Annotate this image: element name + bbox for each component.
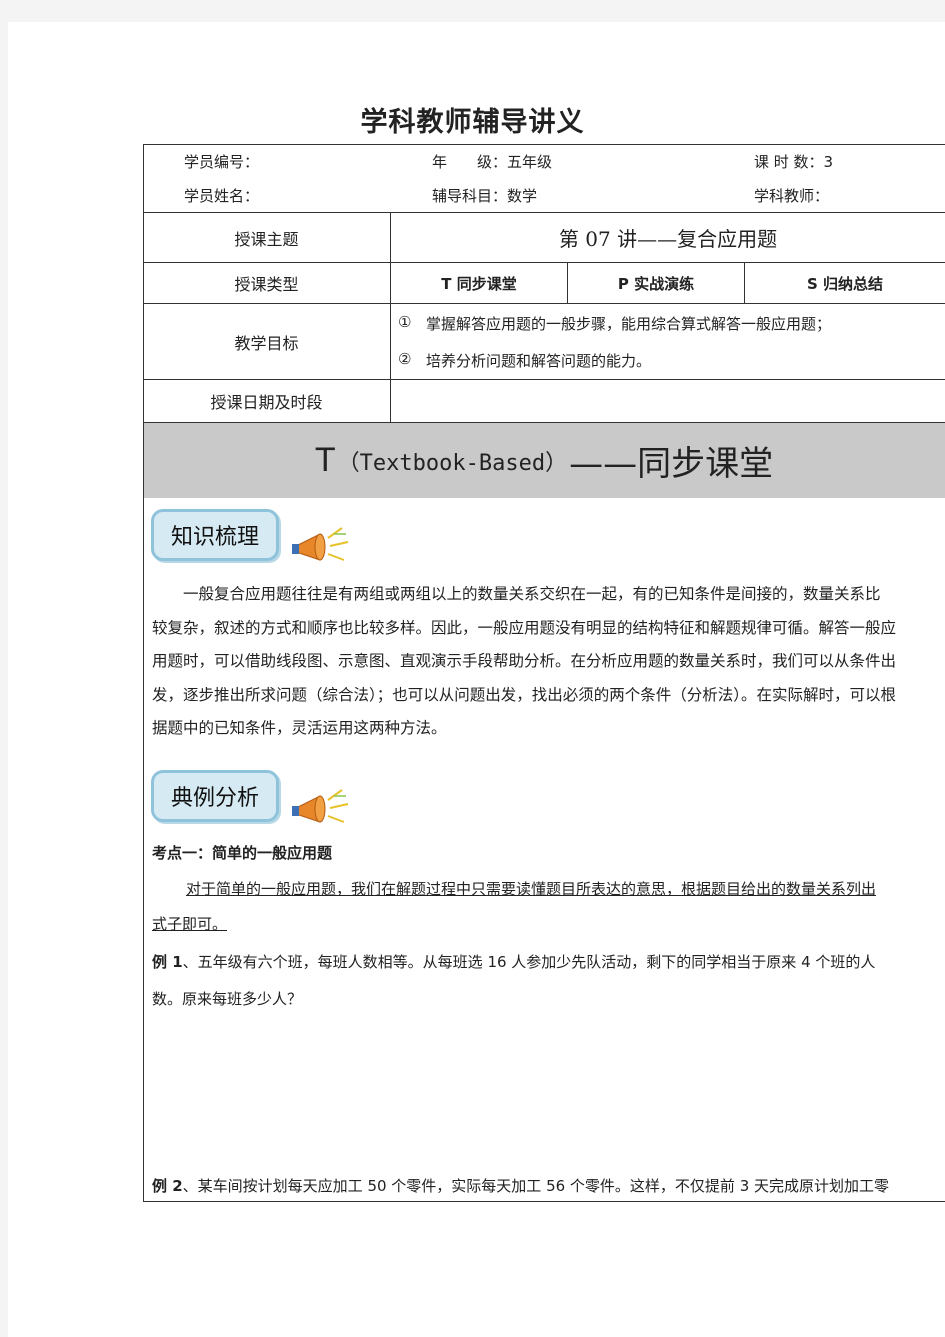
paragraph-line: 发，逐步推出所求问题（综合法）；也可以从问题出发，找出必须的两个条件（分析法）。… xyxy=(152,685,897,704)
section-tag-examples: 典例分析 xyxy=(151,770,279,822)
paragraph-line: 一般复合应用题往往是有两组或两组以上的数量关系交织在一起，有的已知条件是间接的，… xyxy=(183,585,881,603)
goal-label: 教学目标 xyxy=(234,333,299,353)
section-tag-knowledge: 知识梳理 xyxy=(151,509,279,561)
grade-label: 年 级：五年级 xyxy=(432,153,553,171)
banner-title: ——同步课堂 xyxy=(569,444,774,484)
topic-value: 第 07 讲——复合应用题 xyxy=(558,227,778,251)
knowledge-paragraph: 一般复合应用题往往是有两组或两组以上的数量关系交织在一起，有的已知条件是间接的，… xyxy=(152,578,944,746)
example-1-line: 数。原来每班多少人？ xyxy=(152,990,303,1008)
topic-label: 授课主题 xyxy=(234,229,299,249)
point-desc-line: 对于简单的一般应用题，我们在解题过程中只需要读懂题目所表达的意思，根据题目给出的… xyxy=(186,880,877,898)
goal-1-number: ① xyxy=(398,313,412,331)
subject-label: 辅导科目：数学 xyxy=(432,187,538,205)
type-t: T 同步课堂 xyxy=(441,274,517,293)
example-2-text: 、某车间按计划每天应加工 50 个零件，实际每天加工 56 个零件。这样，不仅提… xyxy=(182,1177,890,1195)
point-title: 考点一：简单的一般应用题 xyxy=(152,844,333,862)
paragraph-line: 据题中的已知条件，灵活运用这两种方法。 xyxy=(152,719,447,737)
point-desc-line: 式子即可。 xyxy=(152,915,228,933)
type-p: P 实战演练 xyxy=(617,274,695,293)
example-1-text: 、五年级有六个班，每班人数相等。从每班选 16 人参加少先队活动，剩下的同学相当… xyxy=(182,953,876,971)
megaphone-icon xyxy=(292,789,349,823)
goal-2-number: ② xyxy=(398,350,412,368)
example-2-label: 例 2 xyxy=(152,1177,183,1195)
date-label: 授课日期及时段 xyxy=(210,393,323,412)
date-value xyxy=(391,380,945,422)
hours-label: 课 时 数：3 xyxy=(754,153,834,171)
goal-2: 培养分析问题和解答问题的能力。 xyxy=(426,352,652,370)
banner-letter: T xyxy=(314,441,336,479)
megaphone-icon xyxy=(292,527,349,561)
example-1-label: 例 1 xyxy=(152,953,183,971)
paragraph-line: 用题时，可以借助线段图、示意图、直观演示手段帮助分析。在分析应用题的数量关系时，… xyxy=(152,652,897,670)
student-id-label: 学员编号： xyxy=(184,153,260,171)
section-banner: T （Textbook-Based） ——同步课堂 xyxy=(143,423,945,498)
document-title: 学科教师辅导讲义 xyxy=(360,107,585,138)
example-1-line: 例 1、五年级有六个班，每班人数相等。从每班选 16 人参加少先队活动，剩下的同… xyxy=(152,951,875,972)
goal-1: 掌握解答应用题的一般步骤，能用综合算式解答一般应用题； xyxy=(426,315,832,333)
divider xyxy=(143,423,144,1202)
paragraph-line: 较复杂，叙述的方式和顺序也比较多样。因此，一般应用题没有明显的结构特征和解题规律… xyxy=(152,618,897,637)
type-label: 授课类型 xyxy=(234,275,299,294)
banner-paren: （Textbook-Based） xyxy=(337,450,568,476)
teacher-label: 学科教师： xyxy=(754,187,830,205)
student-name-label: 学员姓名： xyxy=(184,187,260,205)
example-2-line: 例 2、某车间按计划每天应加工 50 个零件，实际每天加工 56 个零件。这样，… xyxy=(152,1175,889,1196)
type-s: S 归纳总结 xyxy=(806,274,884,293)
